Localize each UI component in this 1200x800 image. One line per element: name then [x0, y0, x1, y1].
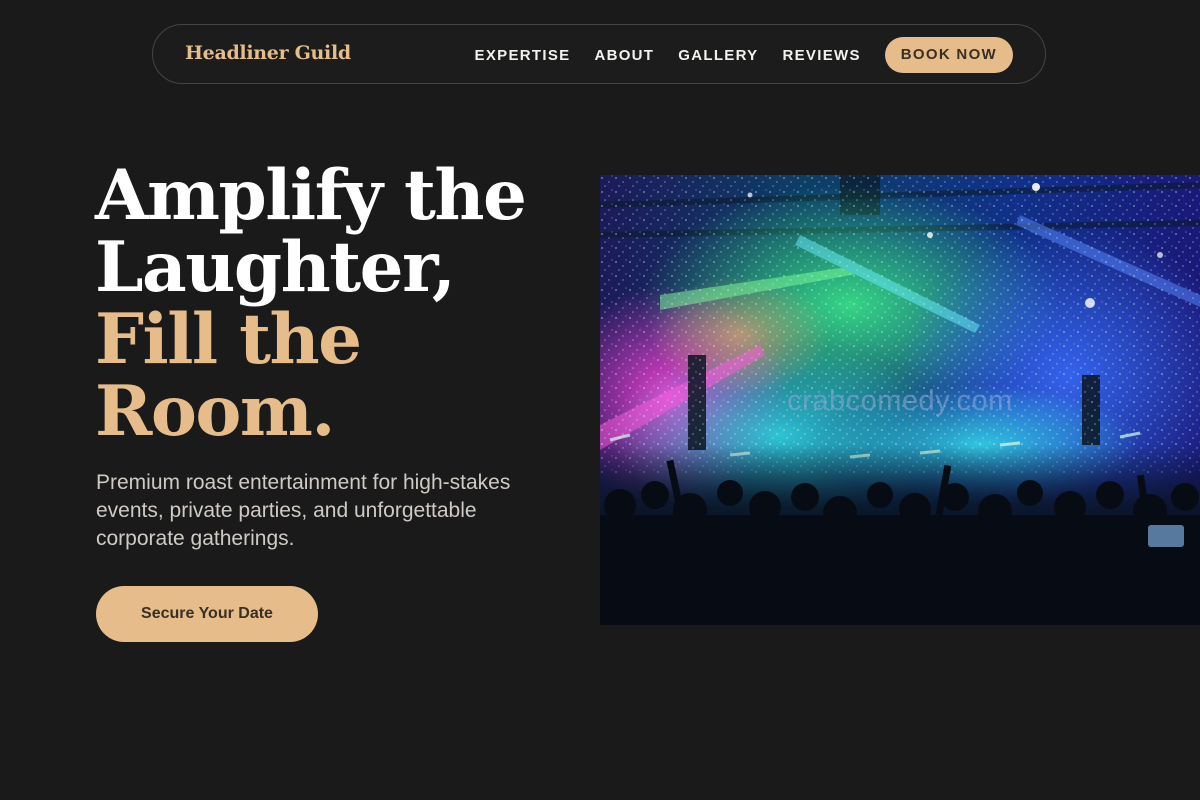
- hero-title-accent-line-2: Room.: [95, 371, 335, 452]
- navbar: Headliner Guild EXPERTISE ABOUT GALLERY …: [152, 24, 1046, 84]
- hero-title-line-2: Laughter,: [95, 227, 456, 308]
- image-watermark: crabcomedy.com: [787, 385, 1013, 417]
- brand-logo[interactable]: Headliner Guild: [185, 42, 351, 64]
- nav-link-reviews[interactable]: REVIEWS: [782, 47, 860, 64]
- nav-link-about[interactable]: ABOUT: [594, 47, 654, 64]
- book-now-button[interactable]: BOOK NOW: [884, 37, 1013, 73]
- nav-link-expertise[interactable]: EXPERTISE: [475, 47, 571, 64]
- hero-title-line-1: Amplify the: [95, 155, 527, 236]
- hero-subtitle: Premium roast entertainment for high-sta…: [96, 471, 511, 550]
- nav-link-gallery[interactable]: GALLERY: [678, 47, 758, 64]
- hero-concert-image: crabcomedy.com: [600, 175, 1200, 625]
- secure-your-date-button[interactable]: Secure Your Date: [96, 586, 318, 642]
- hero-title-accent-line-1: Fill the: [95, 299, 362, 380]
- page: Headliner Guild EXPERTISE ABOUT GALLERY …: [0, 0, 1200, 800]
- hero-title: Amplify the Laughter, Fill the Room.: [95, 160, 575, 448]
- nav-links: EXPERTISE ABOUT GALLERY REVIEWS BOOK NOW: [475, 37, 1013, 73]
